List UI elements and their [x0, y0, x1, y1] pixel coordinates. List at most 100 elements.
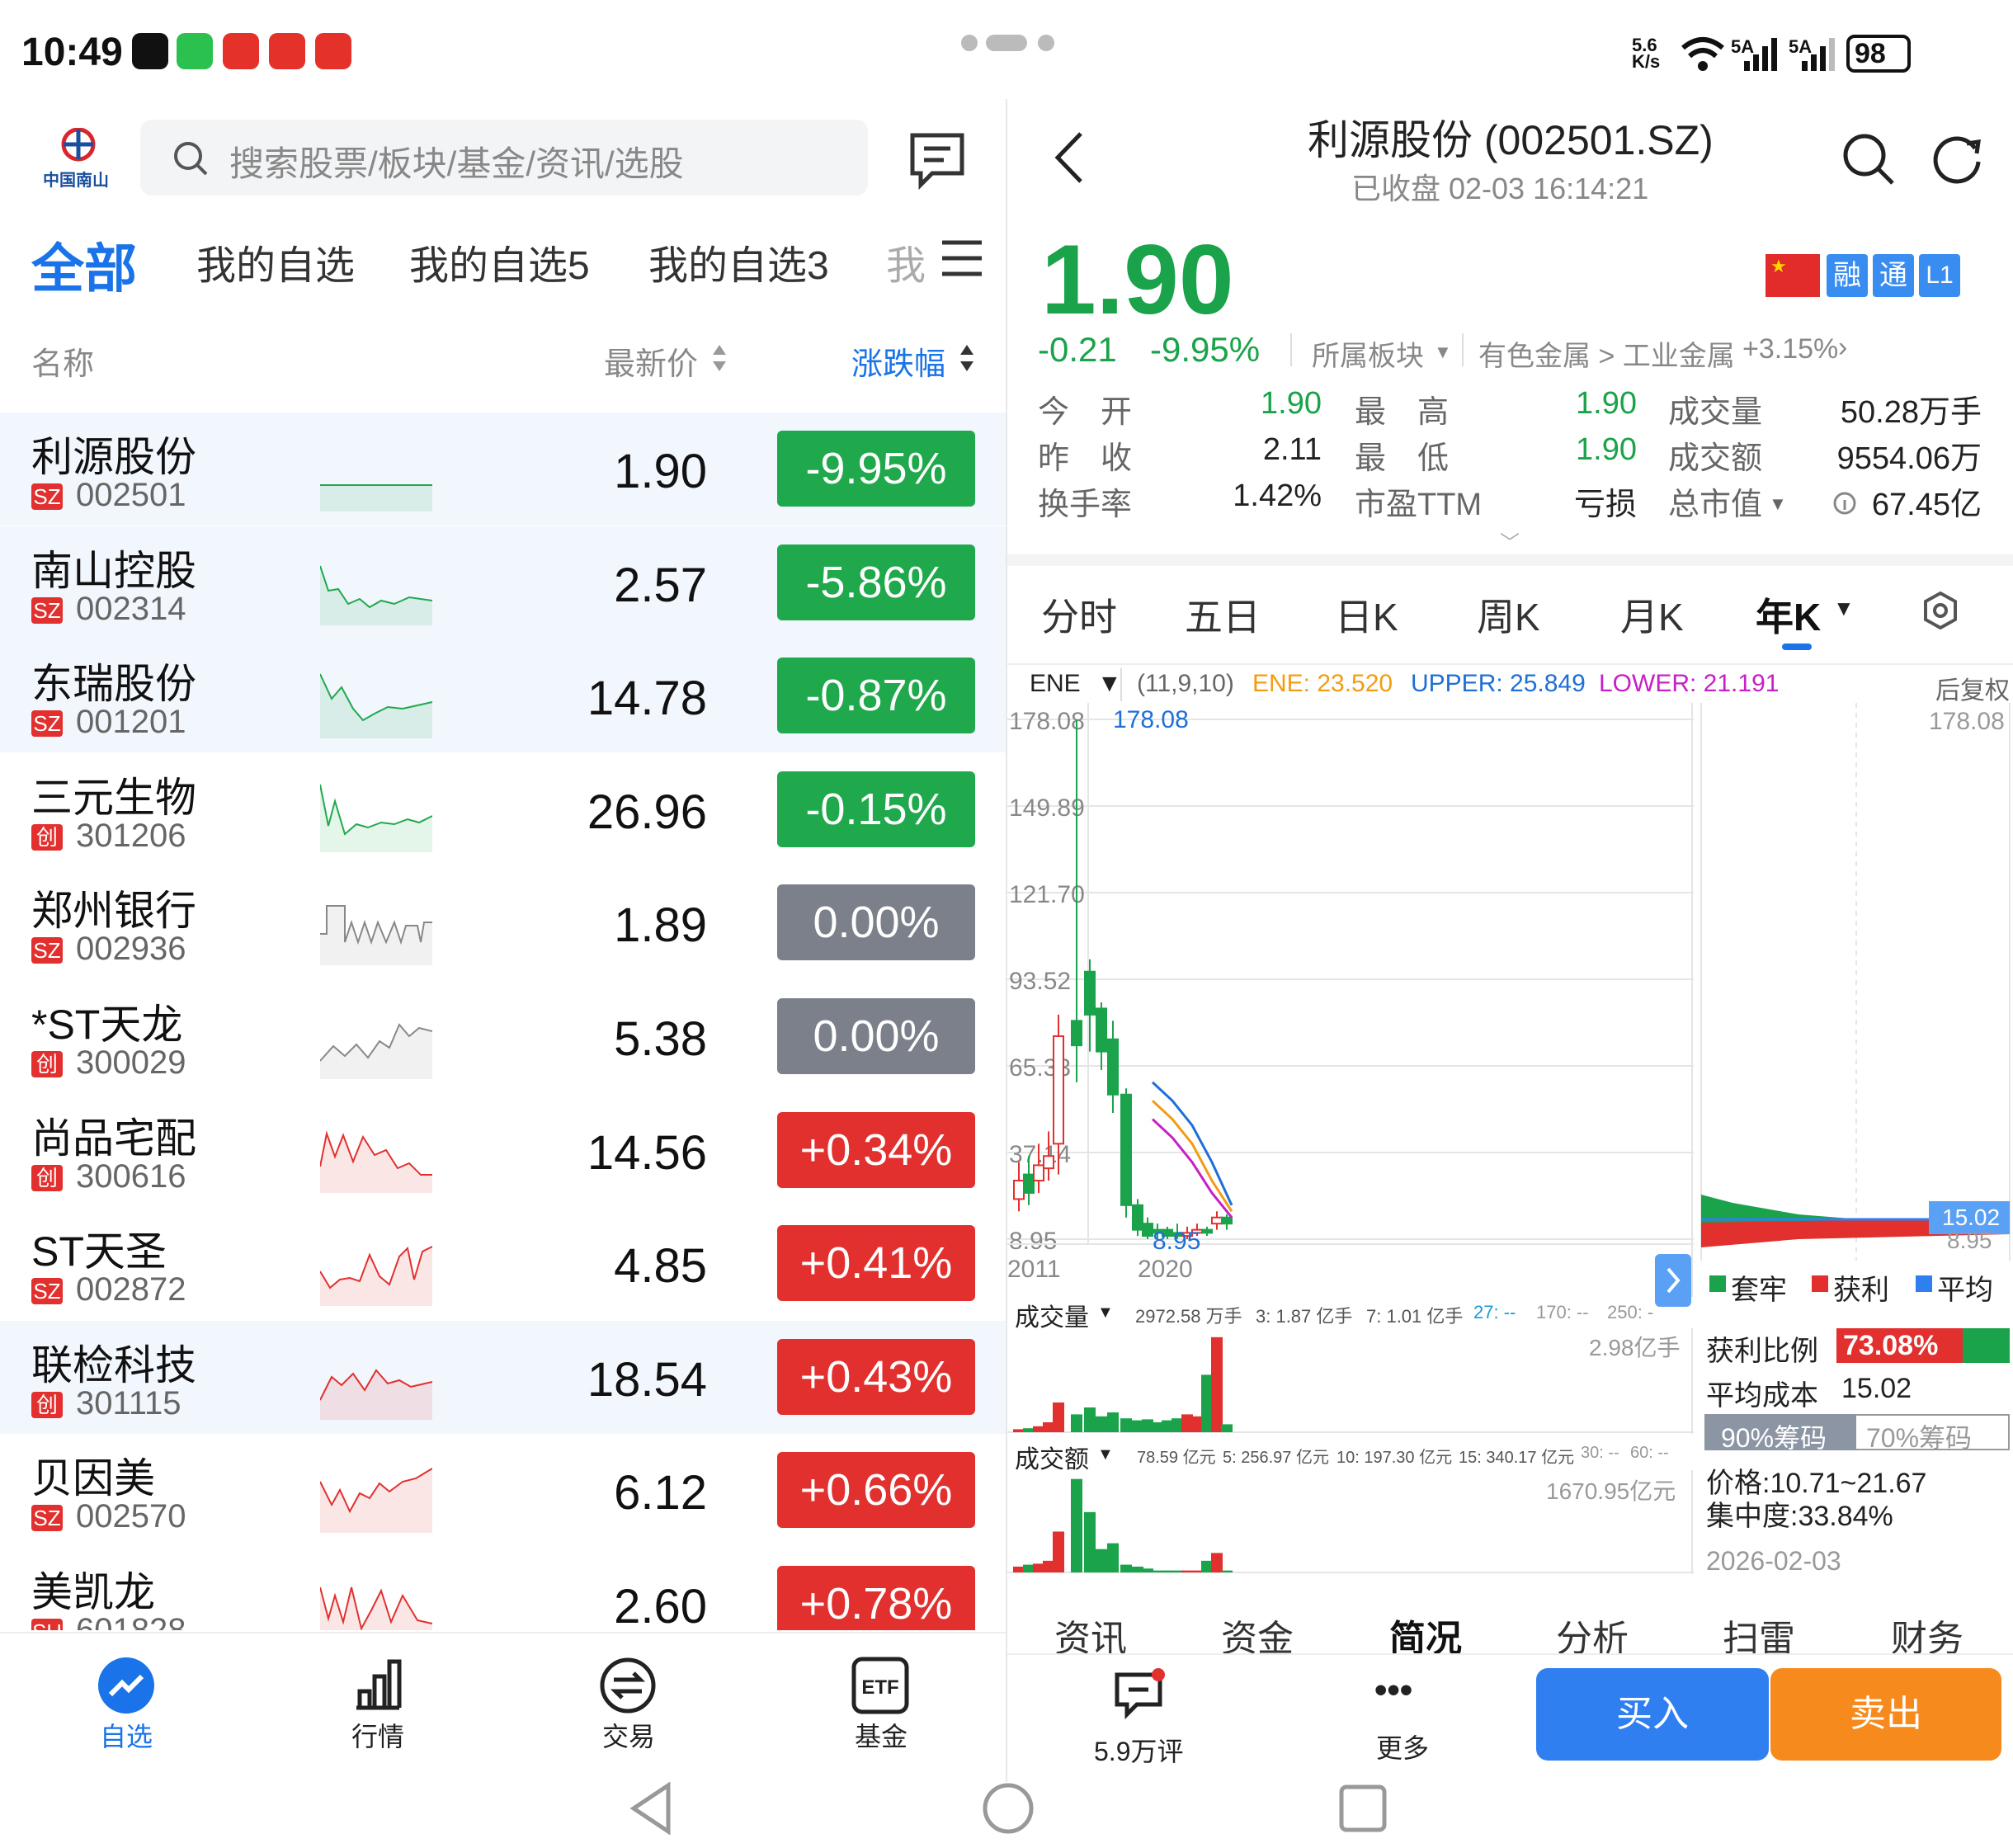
- change-badge[interactable]: -0.15%: [777, 771, 975, 847]
- table-row[interactable]: 利源股份 SZ 002501 1.90 -9.95%: [0, 412, 1006, 526]
- table-row[interactable]: 三元生物创 301206 26.96 -0.15%: [0, 753, 1006, 866]
- bar: [1120, 1418, 1132, 1432]
- table-row[interactable]: 美凯龙 SH 601828 2.60 +0.78%: [0, 1548, 1006, 1630]
- sparkline: [320, 1246, 432, 1307]
- tab-70-chips[interactable]: 70%筹码: [1866, 1417, 1972, 1455]
- vol-ma250: 250: -: [1607, 1302, 1654, 1322]
- adjust-mode[interactable]: 后复权: [1935, 670, 2010, 706]
- refresh-icon[interactable]: [1930, 132, 1985, 186]
- bar: [1023, 1564, 1035, 1572]
- indicator-lower: LOWER: 21.191: [1599, 670, 1780, 697]
- stock-price: 6.12: [614, 1466, 707, 1520]
- expand-icon[interactable]: ﹀: [1500, 526, 1520, 555]
- sparkline-area: [320, 784, 432, 852]
- table-row[interactable]: 南山控股 SZ 002314 2.57 -5.86%: [0, 526, 1006, 639]
- net-speed-unit: K/s: [1632, 51, 1661, 72]
- bar: [1084, 1407, 1096, 1432]
- comment-icon: [1115, 1668, 1165, 1719]
- y-tick-label: 149.89: [1009, 794, 1085, 822]
- change-badge[interactable]: -5.86%: [777, 544, 975, 620]
- stock-price: 5.38: [614, 1012, 707, 1066]
- table-row[interactable]: *ST天龙创 300029 5.38 0.00%: [0, 980, 1006, 1093]
- nav-watchlist[interactable]: 自选: [68, 1716, 184, 1754]
- sparkline-area: [320, 1133, 432, 1193]
- signal-icon: [1802, 38, 1835, 71]
- stock-title: 利源股份 (002501.SZ): [1308, 117, 1714, 163]
- chip-concentration: 集中度:33.84%: [1706, 1501, 1893, 1532]
- candle-body: [1033, 1164, 1044, 1182]
- nav-back-icon[interactable]: [629, 1782, 675, 1835]
- change-badge[interactable]: +0.66%: [777, 1452, 975, 1529]
- buy-button[interactable]: 买入: [1536, 1668, 1769, 1761]
- info-icon[interactable]: [1833, 487, 1856, 520]
- change-badge[interactable]: 0.00%: [777, 998, 975, 1074]
- sparkline: [320, 565, 432, 625]
- back-icon[interactable]: [1053, 130, 1086, 185]
- sector-label[interactable]: 所属板块: [1312, 333, 1424, 374]
- change-badge[interactable]: -9.95%: [777, 431, 975, 507]
- nav-home-icon[interactable]: [982, 1782, 1035, 1835]
- stock-name: 尚品宅配: [31, 1115, 196, 1162]
- sector-path[interactable]: 有色金属 > 工业金属: [1478, 333, 1735, 374]
- market-badge: SZ: [31, 937, 63, 964]
- stat-label: 换手率: [1038, 488, 1133, 522]
- candle-body: [1053, 1035, 1064, 1145]
- change-badge[interactable]: +0.78%: [777, 1566, 975, 1630]
- bar: [1221, 1424, 1233, 1432]
- stat-value: 1.42%: [1233, 478, 1322, 513]
- table-row[interactable]: 贝因美 SZ 002570 6.12 +0.66%: [0, 1434, 1006, 1547]
- indicator-params: (11,9,10): [1137, 670, 1234, 697]
- comments-count[interactable]: 5.9万评: [1094, 1731, 1184, 1769]
- nav-trade[interactable]: 交易: [571, 1716, 686, 1754]
- table-row[interactable]: ST天圣 SZ 002872 4.85 +0.41%: [0, 1207, 1006, 1320]
- nav-recents-icon[interactable]: [1338, 1784, 1388, 1833]
- stat-label: 今 开: [1038, 395, 1133, 430]
- kline-tab[interactable]: 分时: [1041, 587, 1117, 642]
- stat-value: 67.45亿: [1871, 488, 1982, 522]
- bar: [1096, 1549, 1107, 1572]
- sell-button[interactable]: 卖出: [1770, 1668, 2001, 1761]
- table-row[interactable]: 郑州银行 SZ 002936 1.89 0.00%: [0, 866, 1006, 979]
- kline-tab[interactable]: 年K: [1756, 587, 1821, 642]
- market-badge: SZ: [31, 596, 63, 624]
- change-badge[interactable]: +0.34%: [777, 1111, 975, 1188]
- kline-tab[interactable]: 日K: [1335, 587, 1398, 642]
- watchlist: 利源股份 SZ 002501 1.90 -9.95% 南山控股 SZ 002314 2.57 -5…: [0, 0, 1006, 1630]
- table-row[interactable]: 东瑞股份 SZ 001201 14.78 -0.87%: [0, 639, 1006, 753]
- change-badge[interactable]: -0.87%: [777, 658, 975, 734]
- change-badge[interactable]: +0.43%: [777, 1338, 975, 1415]
- collapse-arrow-icon[interactable]: [1655, 1254, 1691, 1307]
- change-badge[interactable]: +0.41%: [777, 1225, 975, 1302]
- table-row[interactable]: 联检科技创 301115 18.54 +0.43%: [0, 1320, 1006, 1434]
- y-tick-label: 8.95: [1009, 1228, 1057, 1255]
- multiwindow-dot: [1038, 35, 1054, 51]
- indicator-name[interactable]: ENE: [1030, 670, 1081, 698]
- vol-ma27: 27: --: [1473, 1302, 1516, 1322]
- bar: [1053, 1402, 1064, 1432]
- kline-tab[interactable]: 周K: [1477, 587, 1540, 642]
- table-row[interactable]: 尚品宅配创 300616 14.56 +0.34%: [0, 1094, 1006, 1207]
- amt-current: 78.59 亿元: [1137, 1449, 1216, 1467]
- kline-chart[interactable]: 178.08149.89121.7093.5265.3337.148.95201…: [1007, 703, 1694, 1297]
- ene-line: [1151, 1100, 1233, 1213]
- bar: [1172, 1570, 1183, 1572]
- tab-90-chips[interactable]: 90%筹码: [1721, 1417, 1827, 1455]
- change-badge[interactable]: 0.00%: [777, 884, 975, 961]
- legend-trapped: 套牢: [1731, 1275, 1787, 1306]
- more-button[interactable]: 更多: [1376, 1728, 1429, 1766]
- bar: [1142, 1568, 1153, 1572]
- nav-fund[interactable]: 基金: [823, 1716, 939, 1754]
- nav-market[interactable]: 行情: [320, 1716, 436, 1754]
- stock-name: *ST天龙: [31, 1002, 183, 1048]
- vol-current: 2972.58 万手: [1135, 1306, 1242, 1327]
- divider: [0, 1632, 1006, 1634]
- dropdown-icon: ▼: [1434, 342, 1452, 362]
- bar: [1120, 1564, 1132, 1572]
- search-icon[interactable]: [1841, 132, 1896, 186]
- stat-label: 最 高: [1355, 395, 1450, 430]
- settings-icon[interactable]: [1921, 591, 1960, 630]
- bar: [1191, 1570, 1203, 1572]
- kline-tab[interactable]: 五日: [1185, 587, 1261, 642]
- kline-tab[interactable]: 月K: [1620, 587, 1684, 642]
- low-label: 8.95: [1153, 1228, 1200, 1255]
